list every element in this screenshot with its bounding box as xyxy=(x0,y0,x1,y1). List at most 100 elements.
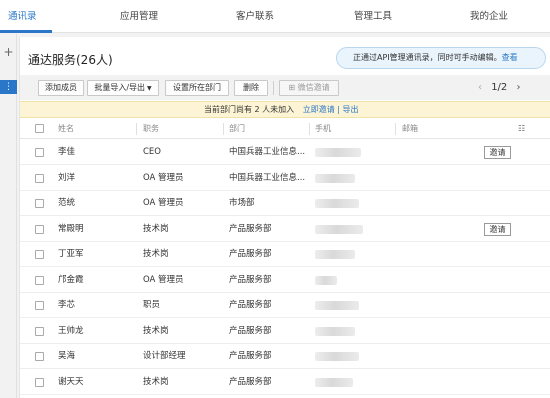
pager: ‹ 1/2 › xyxy=(478,81,520,95)
invite-button[interactable]: 邀请 xyxy=(484,222,511,236)
member-role: 技术岗 xyxy=(143,376,169,387)
member-role: 技术岗 xyxy=(143,325,169,336)
redacted-phone xyxy=(315,173,355,183)
column-divider xyxy=(223,123,224,135)
redacted-phone xyxy=(315,377,353,387)
table-row[interactable]: 刘洋 OA 管理员 中国兵器工业信息... xyxy=(20,166,550,191)
table-row[interactable]: 吴海 设计部经理 产品服务部 xyxy=(20,344,550,369)
column-divider xyxy=(309,123,310,135)
member-name[interactable]: 王帅龙 xyxy=(58,319,84,344)
table-row[interactable]: 丁亚军 技术岗 产品服务部 xyxy=(20,242,550,267)
wechat-invite-label: 微信邀请 xyxy=(297,83,330,92)
member-name[interactable]: 丁亚军 xyxy=(58,242,84,267)
set-department-button[interactable]: 设置所在部门 xyxy=(165,80,229,96)
table-row[interactable]: 范统 OA 管理员 市场部 xyxy=(20,191,550,216)
member-role: OA 管理员 xyxy=(143,172,184,183)
tab-customer-contact[interactable]: 客户联系 xyxy=(236,10,274,24)
member-name[interactable]: 吴海 xyxy=(58,344,75,369)
wechat-icon: ⊞ xyxy=(288,83,298,92)
bulk-import-export-button[interactable]: 批量导入/导出 ▼ xyxy=(87,80,159,96)
member-name[interactable]: 李佳 xyxy=(58,140,75,165)
table-row[interactable]: 王帅龙 技术岗 产品服务部 xyxy=(20,319,550,344)
redacted-phone xyxy=(315,224,363,234)
api-notice: 正通过API管理通讯录，同时可手动编辑。查看 xyxy=(336,47,546,69)
member-name[interactable]: 刘洋 xyxy=(58,166,75,191)
member-role: 技术岗 xyxy=(143,249,169,259)
header-email: 邮箱 xyxy=(402,124,418,133)
row-checkbox[interactable] xyxy=(35,250,44,259)
row-checkbox[interactable] xyxy=(35,377,44,387)
row-checkbox[interactable] xyxy=(35,301,44,310)
tab-contacts[interactable]: 通讯录 xyxy=(8,10,37,24)
row-checkbox[interactable] xyxy=(35,148,44,157)
row-checkbox[interactable] xyxy=(35,199,44,208)
vertical-dots-icon[interactable]: ⋮ xyxy=(0,80,17,94)
bulk-import-export-label: 批量导入/导出 xyxy=(94,83,146,92)
member-department: 产品服务部 xyxy=(229,274,272,285)
member-name[interactable]: 谢天天 xyxy=(58,370,84,395)
redacted-phone xyxy=(315,326,355,336)
member-department: 中国兵器工业信息... xyxy=(229,172,306,183)
member-name[interactable]: 邝金霞 xyxy=(58,268,84,293)
table-row[interactable]: 常殿明 技术岗 产品服务部 邀请 xyxy=(20,217,550,242)
row-checkbox[interactable] xyxy=(35,352,44,361)
member-role: 技术岗 xyxy=(143,223,169,234)
invite-button[interactable]: 邀请 xyxy=(484,146,511,159)
export-link[interactable]: 导出 xyxy=(343,105,359,114)
row-checkbox[interactable] xyxy=(35,173,44,183)
member-role: 设计部经理 xyxy=(143,351,186,361)
row-checkbox[interactable] xyxy=(35,224,44,234)
member-name[interactable]: 常殿明 xyxy=(58,217,84,242)
page-title: 通达服务(26人) xyxy=(28,53,113,67)
caret-down-icon: ▼ xyxy=(147,85,152,92)
delete-button[interactable]: 删除 xyxy=(234,80,268,96)
wechat-invite-button[interactable]: ⊞ 微信邀请 xyxy=(279,80,339,96)
header-role: 职务 xyxy=(143,124,159,133)
member-name[interactable]: 李芯 xyxy=(58,293,75,318)
tab-management-tools[interactable]: 管理工具 xyxy=(354,10,392,24)
table-row[interactable]: 李芯 职员 产品服务部 xyxy=(20,293,550,318)
prev-page-icon[interactable]: ‹ xyxy=(478,82,482,93)
header-phone: 手机 xyxy=(315,124,331,133)
tab-app-management[interactable]: 应用管理 xyxy=(120,10,158,24)
api-notice-text: 正通过API管理通讯录，同时可手动编辑。 xyxy=(353,53,502,62)
redacted-phone xyxy=(315,301,359,310)
column-divider xyxy=(136,123,137,135)
plus-icon[interactable]: + xyxy=(3,46,14,58)
redacted-phone xyxy=(315,148,361,157)
table-header: 姓名 职务 部门 手机 邮箱 ☷ xyxy=(20,119,550,139)
redacted-phone xyxy=(315,352,359,361)
table-row[interactable]: 谢天天 技术岗 产品服务部 xyxy=(20,370,550,395)
table-row[interactable]: 李佳 CEO 中国兵器工业信息... 邀请 xyxy=(20,140,550,165)
active-tab-indicator xyxy=(0,30,52,33)
member-department: 中国兵器工业信息... xyxy=(229,147,306,157)
redacted-phone xyxy=(315,275,337,285)
main-panel: 通达服务(26人) 正通过API管理通讯录，同时可手动编辑。查看 添加成员 批量… xyxy=(19,37,550,398)
header-department: 部门 xyxy=(229,124,245,133)
row-checkbox[interactable] xyxy=(35,275,44,285)
column-divider xyxy=(395,123,396,135)
member-name[interactable]: 范统 xyxy=(58,191,75,216)
select-all-checkbox[interactable] xyxy=(35,124,44,133)
column-settings-icon[interactable]: ☷ xyxy=(518,119,525,139)
top-nav: 通讯录 应用管理 客户联系 管理工具 我的企业 xyxy=(0,0,550,33)
notice-divider: | xyxy=(337,105,340,114)
tab-my-enterprise[interactable]: 我的企业 xyxy=(470,10,508,24)
redacted-phone xyxy=(315,199,359,208)
add-member-button[interactable]: 添加成员 xyxy=(38,80,84,96)
table-row[interactable]: 邝金霞 OA 管理员 产品服务部 xyxy=(20,268,550,293)
pending-members-notice: 当前部门尚有 2 人未加入 立即邀请 | 导出 xyxy=(20,101,550,118)
toolbar: 添加成员 批量导入/导出 ▼ 设置所在部门 删除 ⊞ 微信邀请 ‹ 1/2 › xyxy=(20,75,550,100)
left-rail: + ⋮ xyxy=(0,34,17,398)
toolbar-divider xyxy=(273,81,274,95)
member-role: OA 管理员 xyxy=(143,274,184,285)
member-department: 市场部 xyxy=(229,198,255,208)
header-name: 姓名 xyxy=(58,124,74,133)
api-notice-view-link[interactable]: 查看 xyxy=(502,53,518,62)
next-page-icon[interactable]: › xyxy=(516,82,520,93)
invite-now-link[interactable]: 立即邀请 xyxy=(303,105,335,114)
page-indicator: 1/2 xyxy=(491,82,508,93)
member-role: CEO xyxy=(143,147,161,157)
row-checkbox[interactable] xyxy=(35,326,44,336)
member-department: 产品服务部 xyxy=(229,351,272,361)
